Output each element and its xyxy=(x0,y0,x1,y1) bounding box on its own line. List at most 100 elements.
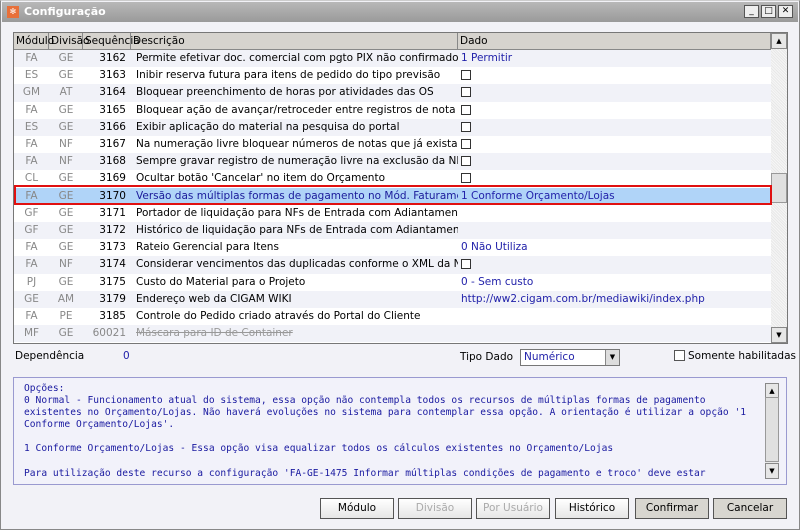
cell-sequencia: 3168 xyxy=(99,155,126,168)
cell-dado[interactable]: 1 Permitir xyxy=(458,50,771,67)
table-row[interactable]: FA NF 3174 Considerar vencimentos das dupli… xyxy=(14,256,771,274)
scroll-thumb[interactable] xyxy=(771,173,787,203)
table-row[interactable]: MF GE 60021 Máscara para ID de Container xyxy=(14,325,771,343)
table-row[interactable]: FA GE 3173 Rateio Gerencial para Itens 0 Não… xyxy=(14,239,771,256)
cell-modulo: FA xyxy=(25,241,38,254)
table-row[interactable]: FA GE 3165 Bloquear ação de avançar/retroce… xyxy=(14,102,771,119)
cell-sequencia: 3163 xyxy=(99,69,126,82)
cell-modulo: GF xyxy=(24,224,39,236)
table-row[interactable]: FA NF 3168 Sempre gravar registro de numera… xyxy=(14,153,771,171)
cell-dado[interactable] xyxy=(458,308,771,325)
table-row[interactable]: GM AT 3164 Bloquear preenchimento de horas … xyxy=(14,84,771,102)
divisao-button[interactable]: Divisão xyxy=(398,498,472,519)
table-row[interactable]: PJ GE 3175 Custo do Material para o Projeto… xyxy=(14,274,771,291)
table-row[interactable]: ES GE 3166 Exibir aplicação do material na … xyxy=(14,118,771,136)
cell-descricao: Histórico de liquidação para NFs de Entr… xyxy=(136,224,458,236)
cell-dado[interactable] xyxy=(458,136,771,153)
confirmar-button[interactable]: Confirmar xyxy=(635,498,709,519)
col-sequencia[interactable]: Sequência xyxy=(83,33,140,50)
maximize-button[interactable]: □ xyxy=(761,5,776,18)
col-descricao[interactable]: Descrição xyxy=(131,33,458,50)
dependencia-label: Dependência xyxy=(15,350,85,362)
cell-dado[interactable] xyxy=(458,205,771,222)
options-scrollbar[interactable]: ▲ ▼ xyxy=(765,383,779,479)
cell-sequencia: 3164 xyxy=(99,86,126,99)
cell-dado[interactable]: 0 Não Utiliza xyxy=(458,239,771,256)
cell-dado[interactable] xyxy=(458,222,771,239)
dado-checkbox[interactable] xyxy=(461,173,471,184)
cell-dado[interactable] xyxy=(458,84,771,101)
options-description: Opções: 0 Normal - Funcionamento atual d… xyxy=(13,377,787,485)
scroll-thumb[interactable] xyxy=(765,397,779,462)
grid-header: Módulo Divisão Sequência Descrição Dado xyxy=(14,33,771,50)
cell-divisao: NF xyxy=(59,155,73,168)
col-dado[interactable]: Dado xyxy=(458,33,771,50)
chevron-down-icon[interactable]: ▼ xyxy=(605,350,619,365)
cell-sequencia: 3175 xyxy=(99,275,126,288)
dado-checkbox[interactable] xyxy=(461,70,471,81)
cell-descricao: Exibir aplicação do material na pesquisa… xyxy=(136,120,400,133)
cell-divisao: GE xyxy=(58,206,74,219)
cell-sequencia: 3166 xyxy=(99,120,126,133)
scroll-up-icon[interactable]: ▲ xyxy=(771,33,787,49)
cell-dado[interactable]: http://ww2.cigam.com.br/mediawiki/index.… xyxy=(458,291,771,308)
cell-descricao: Rateio Gerencial para Itens xyxy=(136,241,279,254)
tipo-dado-label: Tipo Dado xyxy=(460,351,514,363)
dado-checkbox[interactable] xyxy=(461,104,471,115)
cell-divisao: GE xyxy=(58,224,74,236)
dado-checkbox[interactable] xyxy=(461,121,471,132)
cell-divisao: AM xyxy=(57,292,75,305)
grid-scrollbar[interactable]: ▲ ▼ xyxy=(771,33,787,343)
somente-habilitadas-label: Somente habilitadas xyxy=(688,350,796,362)
minimize-button[interactable]: _ xyxy=(744,5,759,18)
dado-checkbox[interactable] xyxy=(461,87,471,98)
col-modulo[interactable]: Módulo xyxy=(14,33,54,50)
cell-sequencia: 3173 xyxy=(99,241,126,254)
col-divisao[interactable]: Divisão xyxy=(49,33,89,50)
cell-sequencia: 3179 xyxy=(99,292,126,305)
somente-habilitadas-checkbox[interactable] xyxy=(674,350,685,361)
close-button[interactable]: ✕ xyxy=(778,5,793,18)
scroll-down-icon[interactable]: ▼ xyxy=(771,327,787,343)
table-row[interactable]: ES GE 3163 Inibir reserva futura para itens… xyxy=(14,67,771,84)
cell-dado[interactable] xyxy=(458,256,771,273)
cell-modulo: FA xyxy=(25,138,38,150)
cell-descricao: Na numeração livre bloquear números de n… xyxy=(136,138,458,150)
cell-descricao: Permite efetivar doc. comercial com pgto… xyxy=(136,52,458,64)
modulo-button[interactable]: Módulo xyxy=(320,498,394,519)
dado-checkbox[interactable] xyxy=(461,139,471,149)
cell-dado[interactable]: 0 - Sem custo xyxy=(458,274,771,291)
historico-button[interactable]: Histórico xyxy=(555,498,629,519)
tipo-dado-select[interactable]: Numérico ▼ xyxy=(520,349,620,366)
table-row[interactable]: GF GE 3171 Portador de liquidação para NFs … xyxy=(14,205,771,222)
cell-descricao: Portador de liquidação para NFs de Entra… xyxy=(136,206,458,219)
cell-dado[interactable] xyxy=(458,325,771,342)
cell-descricao: Endereço web da CIGAM WIKI xyxy=(136,292,292,305)
cell-modulo: MF xyxy=(23,327,40,340)
cell-descricao: Considerar vencimentos das duplicadas co… xyxy=(136,258,458,271)
table-row[interactable]: GE AM 3179 Endereço web da CIGAM WIKI http:/… xyxy=(14,290,771,308)
cell-descricao: Bloquear preenchimento de horas por ativ… xyxy=(136,86,434,99)
cell-divisao: GE xyxy=(58,69,74,82)
cell-dado[interactable] xyxy=(458,102,771,119)
cell-modulo: FA xyxy=(25,52,38,64)
cell-divisao: PE xyxy=(59,310,73,322)
cell-dado[interactable] xyxy=(458,67,771,84)
cell-descricao: Máscara para ID de Container xyxy=(136,327,293,340)
cell-dado[interactable] xyxy=(458,153,771,170)
table-row[interactable]: FA NF 3167 Na numeração livre bloquear núme… xyxy=(14,136,771,153)
selected-row-highlight xyxy=(14,185,772,205)
scroll-down-icon[interactable]: ▼ xyxy=(765,463,779,479)
table-row[interactable]: FA GE 3162 Permite efetivar doc. comercial … xyxy=(14,50,771,68)
dado-checkbox[interactable] xyxy=(461,156,471,167)
cell-descricao: Custo do Material para o Projeto xyxy=(136,275,306,288)
por-usuario-button[interactable]: Por Usuário xyxy=(476,498,550,519)
table-row[interactable]: GF GE 3172 Histórico de liquidação para NFs… xyxy=(14,222,771,240)
table-row[interactable]: FA PE 3185 Controle do Pedido criado atravé… xyxy=(14,308,771,325)
dado-checkbox[interactable] xyxy=(461,259,471,270)
cell-divisao: GE xyxy=(58,103,74,116)
cell-sequencia: 3167 xyxy=(99,138,126,150)
cell-dado[interactable] xyxy=(458,119,771,136)
cancelar-button[interactable]: Cancelar xyxy=(713,498,787,519)
tipo-dado-value: Numérico xyxy=(524,351,575,363)
